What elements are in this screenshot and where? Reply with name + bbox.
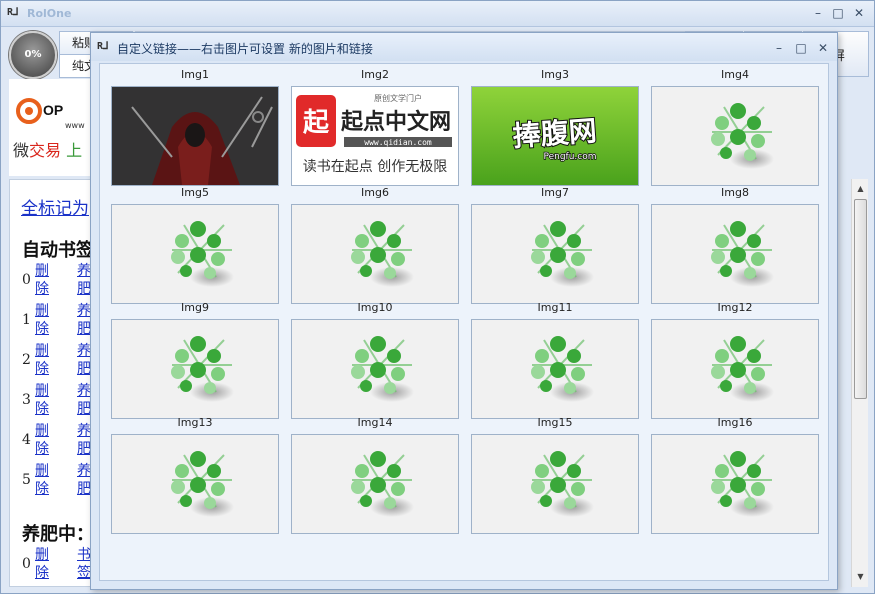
placeholder-leaf-icon	[711, 336, 774, 402]
delete-link[interactable]: 删除	[35, 462, 53, 498]
delete-link[interactable]: 删除	[35, 302, 53, 338]
tile-text-tagline: 读书在起点 创作无极限	[303, 158, 447, 175]
progress-text: 0%	[24, 49, 42, 60]
brand-logo-icon: OP	[16, 98, 63, 124]
image-tile[interactable]	[291, 434, 459, 534]
tile-label: Img7	[541, 186, 569, 199]
app-logo-icon: R⅃	[7, 7, 19, 18]
image-tile[interactable]	[111, 204, 279, 304]
tile-label: Img15	[537, 416, 573, 429]
placeholder-leaf-icon	[171, 221, 234, 287]
placeholder-leaf-icon	[711, 103, 774, 169]
image-tile[interactable]	[291, 319, 459, 419]
image-tile[interactable]	[471, 319, 639, 419]
image-tile[interactable]: 捧腹网 Pengfu.com	[471, 86, 639, 186]
tile-label: Img2	[361, 68, 389, 81]
delete-link[interactable]: 删除	[35, 382, 53, 418]
dialog-logo-icon: R⅃	[97, 41, 109, 52]
placeholder-leaf-icon	[711, 221, 774, 287]
placeholder-leaf-icon	[351, 451, 414, 517]
row-index: 4	[22, 432, 31, 448]
image-tile[interactable]	[111, 86, 279, 186]
svg-text:起: 起	[303, 108, 330, 138]
mark-all-link[interactable]: 全标记为	[21, 194, 89, 219]
tile-label: Img1	[181, 68, 209, 81]
tile-label: Img11	[537, 301, 573, 314]
image-tile[interactable]	[471, 204, 639, 304]
image-tile[interactable]	[651, 434, 819, 534]
image-tile[interactable]	[291, 204, 459, 304]
pengfu-logo: 捧腹网Pengfu.com	[472, 87, 638, 185]
tile-label: Img3	[541, 68, 569, 81]
row-index: 0	[22, 556, 31, 572]
close-icon[interactable]: ✕	[851, 5, 867, 21]
tile-text-domain: Pengfu.com	[543, 152, 596, 162]
photo-thumbnail	[112, 87, 278, 185]
tile-label: Img10	[357, 301, 393, 314]
row-index: 3	[22, 392, 31, 408]
scroll-down-icon[interactable]: ▼	[855, 571, 866, 582]
brand-text: 微交易 上	[13, 137, 82, 161]
placeholder-leaf-icon	[711, 451, 774, 517]
brand-text-a: 微	[13, 141, 30, 160]
app-title: RolOne	[27, 7, 72, 20]
qidian-logo: 起 原创文学门户起点中文网 www.qidian.com 读书在起点 创作无极限	[292, 87, 458, 185]
row-index: 0	[22, 272, 31, 288]
image-tile[interactable]	[651, 204, 819, 304]
placeholder-leaf-icon	[531, 221, 594, 287]
svg-text:OP: OP	[43, 102, 63, 118]
delete-link[interactable]: 删除	[35, 422, 53, 458]
brand-text-c: 上	[66, 141, 83, 160]
image-tile[interactable]	[111, 434, 279, 534]
content-scrollbar[interactable]: ▲ ▼	[851, 179, 868, 587]
placeholder-leaf-icon	[351, 221, 414, 287]
custom-links-dialog: R⅃ 自定义链接——右击图片可设置 新的图片和链接 – □ ✕ Img1 Img2…	[90, 32, 838, 590]
tile-label: Img16	[717, 416, 753, 429]
placeholder-leaf-icon	[171, 451, 234, 517]
placeholder-leaf-icon	[531, 451, 594, 517]
maximize-icon[interactable]: □	[830, 5, 846, 21]
image-tile[interactable]	[111, 319, 279, 419]
tile-label: Img6	[361, 186, 389, 199]
placeholder-leaf-icon	[531, 336, 594, 402]
scroll-up-icon[interactable]: ▲	[855, 183, 866, 194]
tile-label: Img8	[721, 186, 749, 199]
section-title-fattening: 养肥中：	[22, 524, 94, 545]
brand-url: www	[65, 121, 85, 130]
scroll-thumb[interactable]	[854, 199, 867, 399]
delete-link[interactable]: 删除	[35, 342, 53, 378]
minimize-icon[interactable]: –	[810, 5, 826, 21]
tile-text-small: 原创文学门户	[374, 93, 422, 103]
section-title-auto-bookmarks: 自动书签	[22, 240, 94, 261]
dialog-maximize-icon[interactable]: □	[793, 40, 809, 56]
row-index: 1	[22, 312, 31, 328]
brand-text-b: 交易	[29, 141, 62, 160]
dialog-body: Img1 Img2 起 原创文学门户起点中文网 www.qidian.com 读书在起点 …	[99, 63, 829, 581]
progress-indicator: 0%	[9, 31, 57, 79]
dialog-title: 自定义链接——右击图片可设置 新的图片和链接	[117, 42, 373, 56]
image-tile[interactable]	[651, 319, 819, 419]
placeholder-leaf-icon	[171, 336, 234, 402]
delete-link[interactable]: 删除	[35, 546, 53, 582]
tile-text-name: 捧腹网	[512, 114, 598, 153]
image-tile[interactable]	[471, 434, 639, 534]
row-index: 5	[22, 472, 31, 488]
tile-text-name: 起点中文网	[340, 109, 451, 135]
dialog-titlebar: R⅃ 自定义链接——右击图片可设置 新的图片和链接 – □ ✕	[91, 33, 837, 61]
tile-label: Img12	[717, 301, 753, 314]
placeholder-leaf-icon	[351, 336, 414, 402]
tile-label: Img5	[181, 186, 209, 199]
tile-label: Img4	[721, 68, 749, 81]
dialog-minimize-icon[interactable]: –	[771, 40, 787, 56]
delete-link[interactable]: 删除	[35, 262, 53, 298]
image-tile[interactable]	[651, 86, 819, 186]
row-index: 2	[22, 352, 31, 368]
main-titlebar: R⅃ RolOne – □ ✕	[1, 1, 874, 27]
tile-label: Img9	[181, 301, 209, 314]
image-tile[interactable]: 起 原创文学门户起点中文网 www.qidian.com 读书在起点 创作无极限	[291, 86, 459, 186]
tile-label: Img14	[357, 416, 393, 429]
tile-text-domain: www.qidian.com	[364, 138, 432, 147]
tile-label: Img13	[177, 416, 213, 429]
dialog-close-icon[interactable]: ✕	[815, 40, 831, 56]
